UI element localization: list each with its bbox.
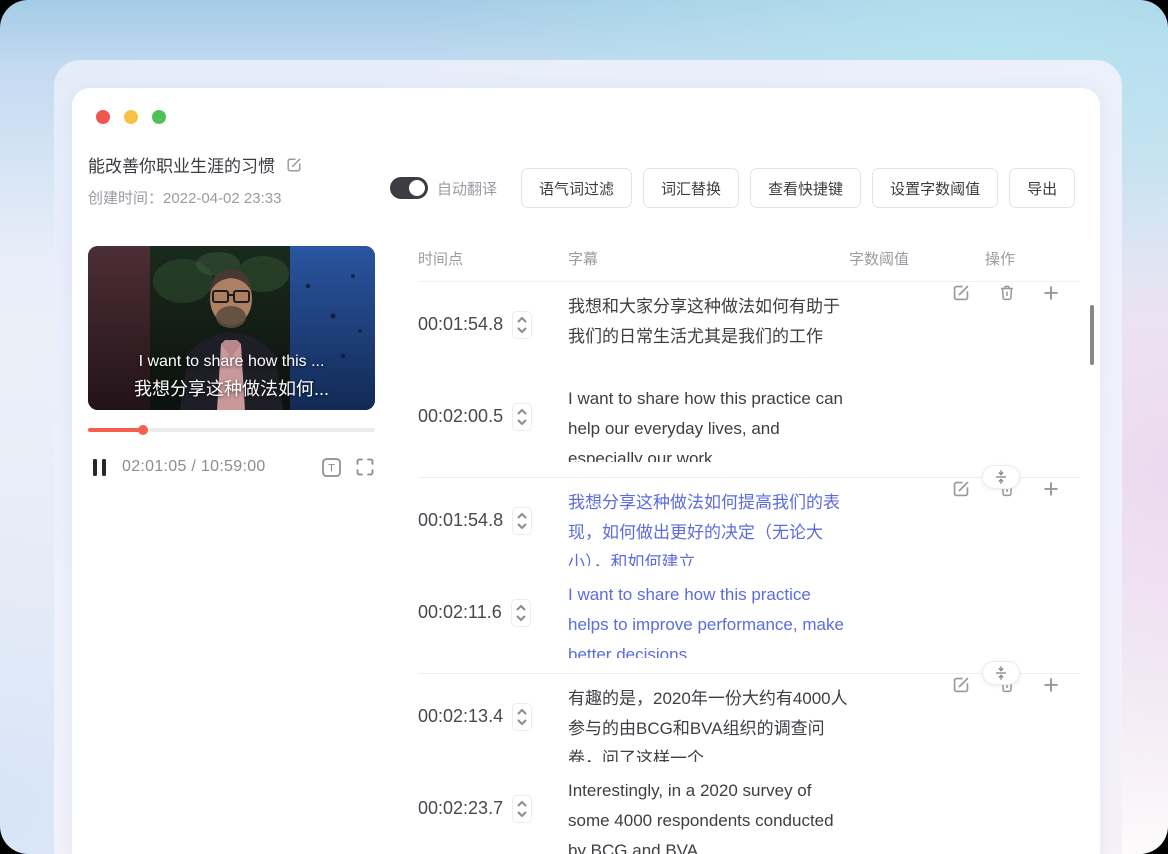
edit-row-icon[interactable] bbox=[950, 674, 972, 696]
subtitle-text-en[interactable]: I want to share how this practice can he… bbox=[568, 384, 850, 462]
player-controls: 02:01:05 / 10:59:00 T bbox=[88, 452, 375, 482]
subtitle-text-cn[interactable]: 我想和大家分享这种做法如何有助于我们的日常生活尤其是我们的工作 bbox=[568, 292, 850, 370]
table-scrollbar[interactable] bbox=[1090, 305, 1094, 365]
col-header-threshold: 字数阈值 bbox=[849, 251, 910, 268]
vocab-replace-button[interactable]: 词汇替换 bbox=[643, 168, 740, 208]
toolbar: 自动翻译 语气词过滤 词汇替换 查看快捷键 设置字数阈值 导出 bbox=[390, 168, 1076, 208]
video-subtitles: I want to share how this ... 我想分享这种做法如何.… bbox=[88, 349, 375, 403]
time-stepper[interactable] bbox=[512, 403, 533, 431]
window-controls bbox=[96, 110, 166, 124]
time-stepper[interactable] bbox=[512, 507, 533, 535]
subtitle-toggle-icon[interactable]: T bbox=[321, 457, 342, 478]
merge-rows-button[interactable] bbox=[982, 661, 1020, 685]
subtitle-pair-row: 00:01:54.8 我想和大家分享这种做法如何有助于我们的日常生活尤其是我们的… bbox=[418, 280, 1080, 489]
auto-translate-label: 自动翻译 bbox=[437, 180, 498, 198]
add-row-icon[interactable]: + bbox=[1040, 476, 1062, 503]
main-card: 能改善你职业生涯的习惯 创建时间：2022-04-02 23:33 自动翻译 语… bbox=[72, 88, 1100, 854]
video-subtitle-cn: 我想分享这种做法如何... bbox=[133, 379, 329, 399]
subtitle-pair-row: 00:02:13.4 有趣的是，2020年一份大约有4000人参与的由BCG和B… bbox=[418, 672, 1080, 854]
table-body: 00:01:54.8 我想和大家分享这种做法如何有助于我们的日常生活尤其是我们的… bbox=[418, 280, 1080, 854]
header: 能改善你职业生涯的习惯 创建时间：2022-04-02 23:33 bbox=[88, 152, 303, 208]
pause-icon[interactable] bbox=[93, 458, 106, 476]
subtitle-text-en[interactable]: Interestingly, in a 2020 survey of some … bbox=[568, 776, 850, 854]
timestamp: 00:02:13.4 bbox=[418, 706, 504, 726]
subtitle-table: 时间点 字幕 字数阈值 操作 00:01:54.8 我想和大家分享这种做法如何有… bbox=[418, 248, 1080, 854]
minimize-window-button[interactable] bbox=[124, 110, 138, 124]
edit-row-icon[interactable] bbox=[950, 282, 972, 304]
set-word-threshold-button[interactable]: 设置字数阈值 bbox=[872, 168, 999, 208]
timestamp: 00:02:11.6 bbox=[418, 602, 502, 622]
edit-row-icon[interactable] bbox=[950, 478, 972, 500]
filler-word-filter-button[interactable]: 语气词过滤 bbox=[521, 168, 633, 208]
close-window-button[interactable] bbox=[96, 110, 110, 124]
zoom-window-button[interactable] bbox=[152, 110, 166, 124]
edit-title-icon[interactable] bbox=[285, 156, 303, 174]
time-stepper[interactable] bbox=[512, 311, 533, 339]
app-window: 能改善你职业生涯的习惯 创建时间：2022-04-02 23:33 自动翻译 语… bbox=[0, 0, 1168, 854]
video-preview[interactable]: I want to share how this ... 我想分享这种做法如何.… bbox=[88, 246, 375, 410]
time-stepper[interactable] bbox=[510, 599, 531, 627]
timestamp: 00:02:00.5 bbox=[418, 406, 504, 426]
subtitle-text-cn[interactable]: 有趣的是，2020年一份大约有4000人参与的由BCG和BVA组织的调查问卷，问… bbox=[568, 684, 850, 762]
subtitle-pair-row-active: 00:01:54.8 我想分享这种做法如何提高我们的表现，如何做出更好的决定（无… bbox=[418, 476, 1080, 685]
subtitle-text-cn[interactable]: 我想分享这种做法如何提高我们的表现，如何做出更好的决定（无论大小），和如何建立 bbox=[568, 488, 850, 566]
subtitle-text-en[interactable]: I want to share how this practice helps … bbox=[568, 580, 850, 658]
progress-knob[interactable] bbox=[137, 425, 148, 435]
view-shortcuts-button[interactable]: 查看快捷键 bbox=[750, 168, 862, 208]
time-stepper[interactable] bbox=[512, 703, 533, 731]
seek-bar[interactable] bbox=[88, 425, 375, 435]
created-time: 创建时间：2022-04-02 23:33 bbox=[88, 190, 282, 207]
col-header-time: 时间点 bbox=[418, 251, 464, 268]
timestamp: 00:01:54.8 bbox=[418, 510, 504, 530]
auto-translate-toggle[interactable] bbox=[390, 177, 428, 199]
delete-row-icon[interactable] bbox=[996, 282, 1018, 304]
col-header-actions: 操作 bbox=[985, 251, 1016, 268]
col-header-subtitle: 字幕 bbox=[568, 251, 599, 268]
export-button[interactable]: 导出 bbox=[1009, 168, 1076, 208]
time-stepper[interactable] bbox=[512, 795, 533, 823]
toggle-knob bbox=[409, 180, 425, 196]
project-title: 能改善你职业生涯的习惯 bbox=[88, 157, 275, 176]
table-header: 时间点 字幕 字数阈值 操作 bbox=[418, 248, 1080, 282]
playback-time: 02:01:05 / 10:59:00 bbox=[122, 458, 266, 475]
video-subtitle-en: I want to share how this ... bbox=[138, 353, 325, 370]
timestamp: 00:01:54.8 bbox=[418, 314, 504, 334]
fullscreen-icon[interactable] bbox=[355, 457, 375, 477]
merge-rows-button[interactable] bbox=[982, 465, 1020, 489]
add-row-icon[interactable]: + bbox=[1040, 672, 1062, 699]
svg-text:T: T bbox=[328, 462, 335, 474]
progress-fill bbox=[88, 428, 143, 432]
timestamp: 00:02:23.7 bbox=[418, 798, 504, 818]
add-row-icon[interactable]: + bbox=[1040, 280, 1062, 307]
